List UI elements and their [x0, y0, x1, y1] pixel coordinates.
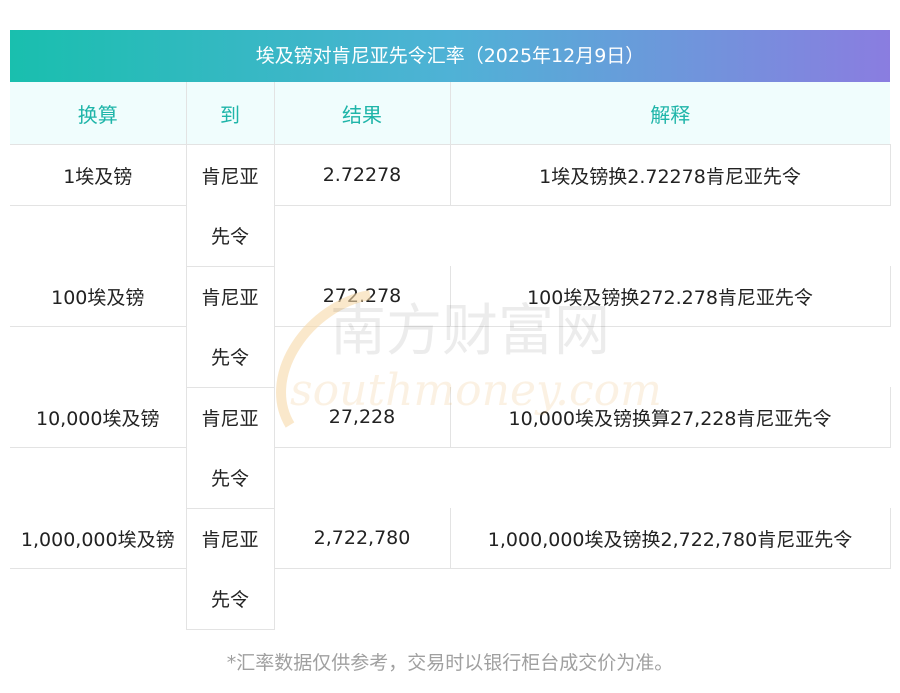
header-convert: 换算: [10, 82, 187, 145]
cell-explain: 1埃及镑换2.72278肯尼亚先令: [450, 144, 891, 206]
header-result: 结果: [274, 82, 451, 145]
cell-result: 2,722,780: [274, 508, 451, 569]
cell-to-line1: 肯尼亚: [185, 266, 275, 327]
cell-to-line2: 先令: [185, 447, 275, 509]
cell-from: 100埃及镑: [10, 266, 186, 327]
table-title: 埃及镑对肯尼亚先令汇率（2025年12月9日）: [10, 30, 890, 82]
table-row: 10,000埃及镑 肯尼亚 27,228 10,000埃及镑换算27,228肯尼…: [10, 387, 891, 448]
table-row: 100埃及镑 肯尼亚 272.278 100埃及镑换272.278肯尼亚先令: [10, 266, 891, 327]
table-row-cont: 先令: [10, 205, 890, 267]
table-row-cont: 先令: [10, 447, 890, 509]
header-to: 到: [186, 82, 275, 145]
table-row: 1,000,000埃及镑 肯尼亚 2,722,780 1,000,000埃及镑换…: [10, 508, 891, 569]
cell-from: 10,000埃及镑: [10, 387, 186, 448]
cell-to-line2: 先令: [185, 205, 275, 267]
table-row: 1埃及镑 肯尼亚 2.72278 1埃及镑换2.72278肯尼亚先令: [10, 144, 891, 206]
cell-from: 1埃及镑: [10, 144, 186, 206]
header-explain: 解释: [450, 82, 890, 145]
cell-to-line1: 肯尼亚: [185, 508, 275, 569]
cell-result: 272.278: [274, 266, 451, 327]
cell-result: 27,228: [274, 387, 451, 448]
cell-explain: 1,000,000埃及镑换2,722,780肯尼亚先令: [450, 508, 891, 569]
header-row: 换算 到 结果 解释: [10, 82, 890, 145]
table-row-cont: 先令: [10, 568, 890, 630]
cell-result: 2.72278: [274, 144, 451, 206]
rate-table: 换算 到 结果 解释 1埃及镑 肯尼亚 2.72278 1埃及镑换2.72278…: [10, 82, 891, 630]
cell-to-line2: 先令: [185, 568, 275, 630]
cell-to-line1: 肯尼亚: [185, 144, 275, 206]
cell-from: 1,000,000埃及镑: [10, 508, 186, 569]
table-row-cont: 先令: [10, 326, 890, 388]
cell-explain: 100埃及镑换272.278肯尼亚先令: [450, 266, 891, 327]
cell-to-line1: 肯尼亚: [185, 387, 275, 448]
disclaimer-note: *汇率数据仅供参考，交易时以银行柜台成交价为准。: [226, 652, 674, 674]
cell-explain: 10,000埃及镑换算27,228肯尼亚先令: [450, 387, 891, 448]
cell-to-line2: 先令: [185, 326, 275, 388]
rate-table-container: 埃及镑对肯尼亚先令汇率（2025年12月9日） 换算 到 结果 解释 1埃及镑 …: [10, 30, 891, 630]
